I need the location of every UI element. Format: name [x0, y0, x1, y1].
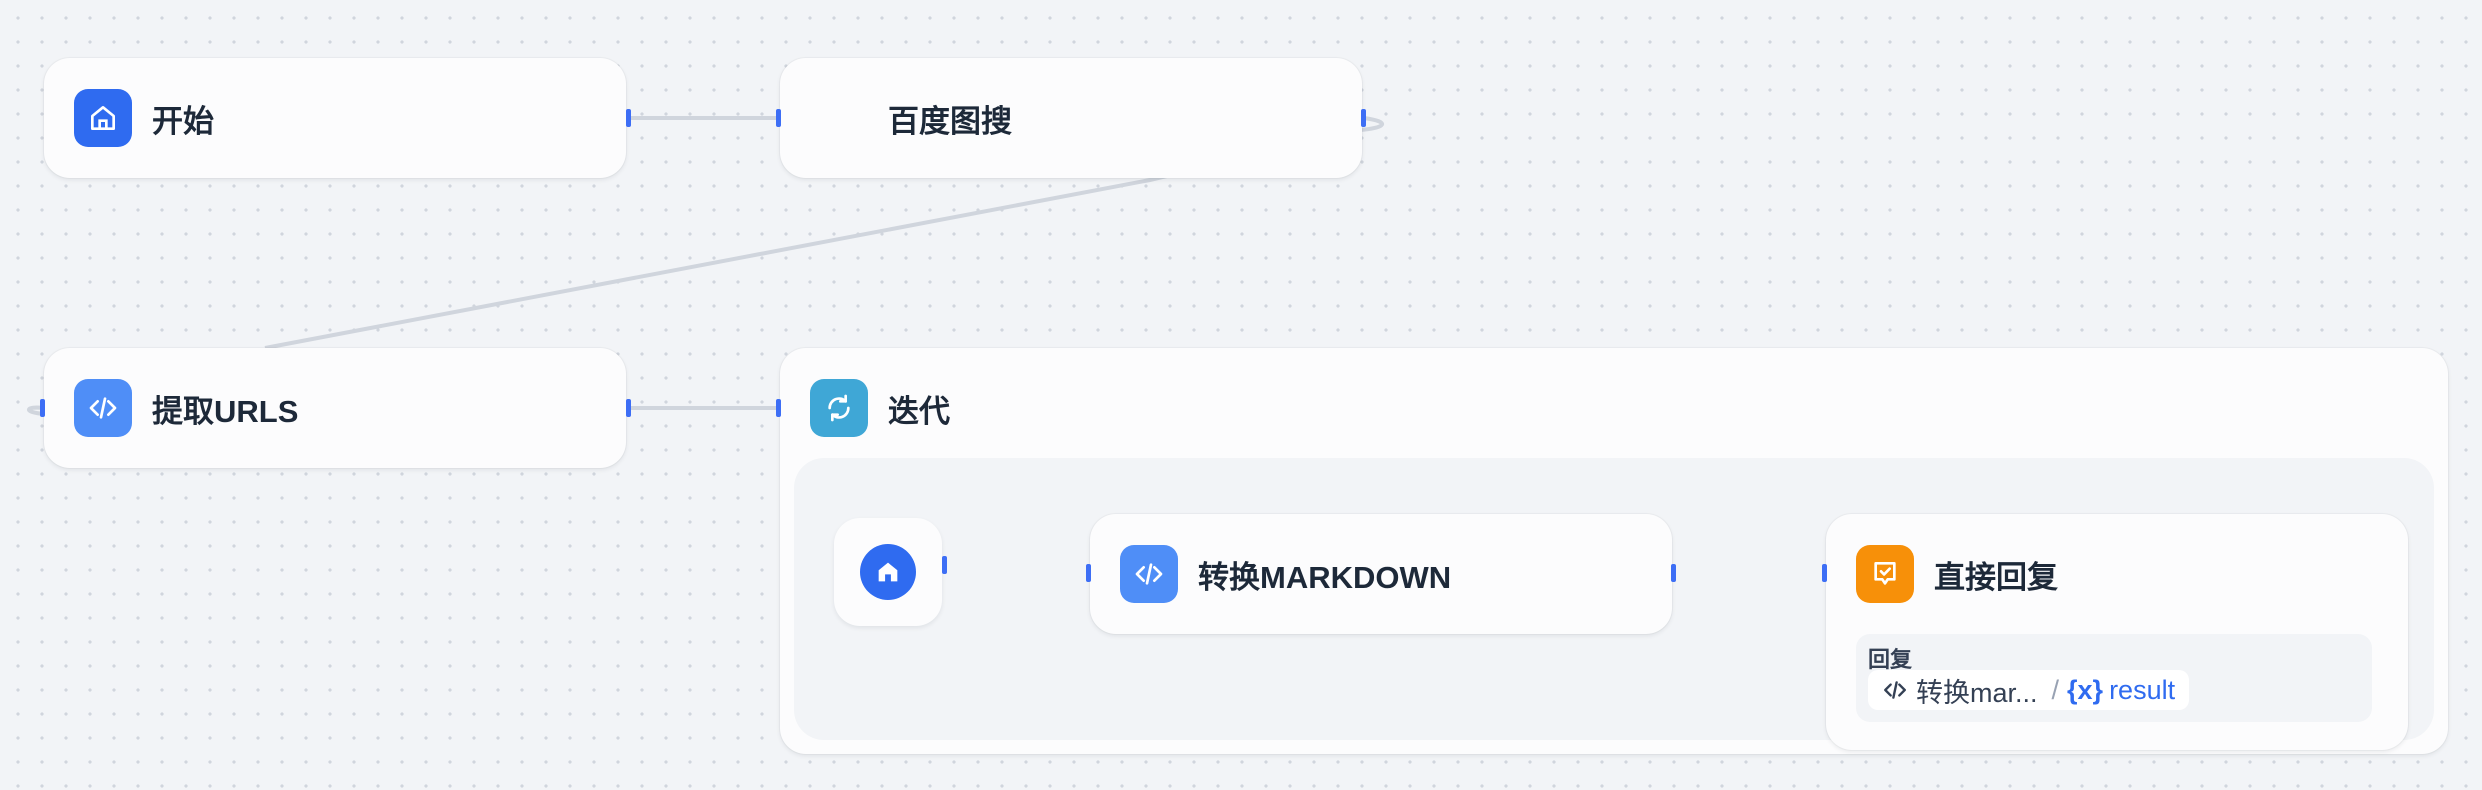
extract-urls-input-handle[interactable]: [40, 399, 45, 417]
iteration-input-handle[interactable]: [776, 399, 781, 417]
home-icon: [860, 544, 916, 600]
start-node-output-handle[interactable]: [626, 109, 631, 127]
baidu-image-search-title: 百度图搜: [888, 103, 1012, 139]
direct-reply-title: 直接回复: [1934, 559, 2058, 595]
convert-markdown-title: 转换MARKDOWN: [1198, 559, 1452, 595]
code-icon: [1120, 545, 1178, 603]
variable-reference-chip[interactable]: 转换mar... / {x} result: [1868, 670, 2190, 710]
convert-markdown-node[interactable]: 转换MARKDOWN: [1090, 514, 1672, 634]
variable-name: result: [2109, 674, 2176, 705]
baidu-image-search-node[interactable]: 百度图搜: [780, 58, 1362, 178]
variable-source-node: 转换mar...: [1916, 677, 2038, 708]
convert-markdown-output-handle[interactable]: [1671, 564, 1676, 582]
start-node[interactable]: 开始: [44, 58, 626, 178]
direct-reply-input-handle[interactable]: [1822, 564, 1827, 582]
variable-icon: {x}: [2067, 674, 2104, 705]
direct-reply-node[interactable]: 直接回复 回复 转换mar... / {x} result: [1826, 514, 2408, 750]
reply-check-icon: [1856, 545, 1914, 603]
convert-markdown-input-handle[interactable]: [1086, 564, 1091, 582]
extract-urls-node[interactable]: 提取URLS: [44, 348, 626, 468]
home-icon: [74, 89, 132, 147]
reply-content-box: 回复 转换mar... / {x} result: [1856, 634, 2372, 722]
iteration-title: 迭代: [888, 393, 950, 429]
code-icon: [74, 379, 132, 437]
start-node-title: 开始: [152, 103, 214, 139]
variable-separator: /: [2051, 674, 2060, 705]
tool-icon-placeholder: [810, 89, 868, 147]
code-icon: [1884, 681, 1906, 699]
baidu-node-output-handle[interactable]: [1361, 109, 1366, 127]
baidu-node-input-handle[interactable]: [776, 109, 781, 127]
extract-urls-output-handle[interactable]: [626, 399, 631, 417]
iteration-start-node[interactable]: [834, 518, 942, 626]
extract-urls-title: 提取URLS: [152, 393, 299, 429]
iteration-start-output-handle[interactable]: [942, 556, 947, 574]
refresh-icon: [810, 379, 868, 437]
